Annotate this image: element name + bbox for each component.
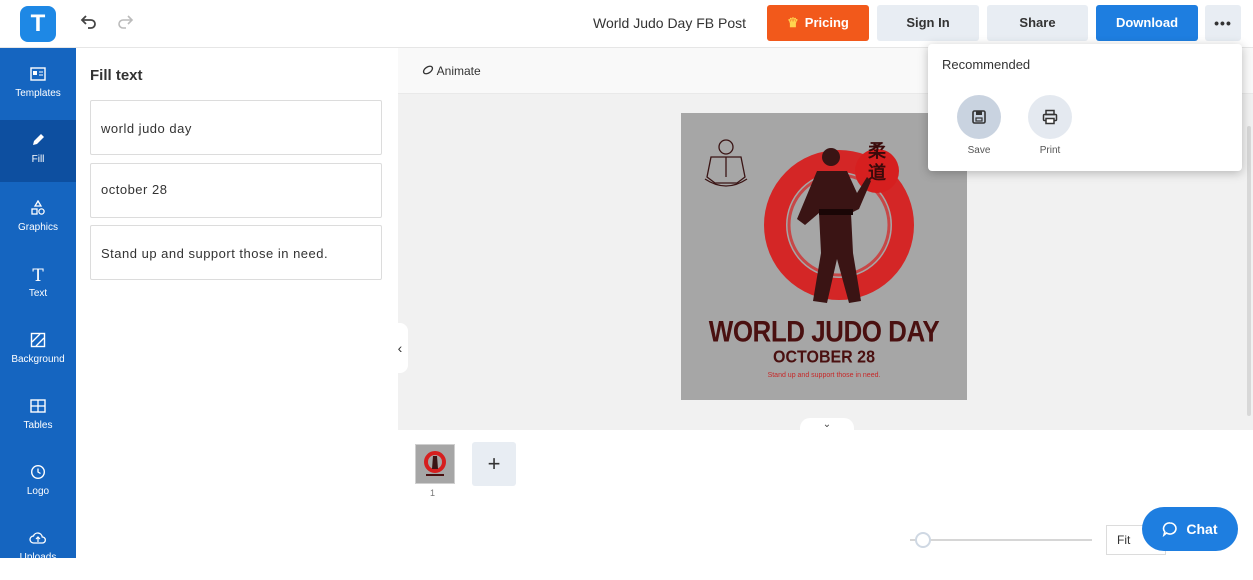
chat-label: Chat	[1186, 521, 1218, 537]
zoom-slider-track[interactable]	[910, 539, 1092, 541]
panel-title: Fill text	[90, 67, 143, 84]
add-page-button[interactable]: +	[472, 442, 516, 486]
zoom-slider-handle[interactable]	[915, 532, 931, 548]
svg-text:道: 道	[868, 162, 886, 184]
sidebar-item-label: Fill	[31, 154, 45, 165]
sidebar-item-logo[interactable]: Logo	[0, 452, 76, 514]
page-thumbnail[interactable]	[415, 444, 455, 484]
download-button[interactable]: Download	[1096, 5, 1198, 41]
top-bar: T World Judo Day FB Post ♛ Pricing Sign I…	[0, 0, 1253, 48]
text-field-date[interactable]: october 28	[90, 163, 382, 218]
share-button[interactable]: Share	[987, 5, 1088, 41]
fill-text-panel: Fill text world judo day october 28 Stan…	[76, 48, 398, 558]
sidebar-item-tables[interactable]: Tables	[0, 386, 76, 448]
redo-icon[interactable]	[114, 12, 136, 34]
sidebar-item-uploads[interactable]: Uploads	[0, 518, 76, 580]
sign-in-button[interactable]: Sign In	[877, 5, 979, 41]
pricing-button[interactable]: ♛ Pricing	[767, 5, 869, 41]
dropdown-title: Recommended	[942, 57, 1031, 72]
templates-icon	[28, 66, 48, 86]
animate-icon	[422, 64, 437, 78]
cloud-upload-icon	[28, 530, 48, 550]
more-options-button[interactable]: •••	[1205, 5, 1241, 41]
design-title-text[interactable]: WORLD JUDO DAY	[681, 314, 967, 350]
sidebar-item-background[interactable]: Background	[0, 320, 76, 382]
save-option[interactable]: Save	[956, 95, 1002, 156]
sidebar-item-label: Logo	[26, 486, 50, 497]
sidebar-item-label: Graphics	[17, 222, 58, 233]
save-icon	[957, 95, 1001, 139]
print-label: Print	[1039, 145, 1061, 156]
svg-text:柔: 柔	[868, 141, 887, 162]
animate-button[interactable]: Animate	[422, 64, 481, 78]
sidebar-item-graphics[interactable]: Graphics	[0, 188, 76, 250]
design-canvas[interactable]: 柔 道 WORLD JUDO DAY OCTOBER 28 Stand up a…	[681, 113, 967, 400]
table-icon	[28, 398, 48, 418]
sidebar-item-fill[interactable]: Fill	[0, 120, 76, 182]
sidebar-item-text[interactable]: T Text	[0, 254, 76, 316]
animate-label: Animate	[436, 64, 481, 78]
vertical-scrollbar[interactable]	[1247, 126, 1251, 416]
pricing-label: Pricing	[804, 15, 849, 30]
document-title[interactable]: World Judo Day FB Post	[593, 15, 746, 31]
sidebar-item-label: Text	[28, 288, 48, 299]
app-logo[interactable]: T	[20, 6, 56, 42]
sidebar-item-label: Templates	[15, 88, 61, 99]
sidebar-item-label: Tables	[23, 420, 53, 431]
page-number: 1	[430, 488, 436, 498]
download-dropdown: Recommended Save Print	[928, 44, 1242, 171]
chevron-down-icon[interactable]: ⌄	[800, 418, 854, 432]
design-date-text[interactable]: OCTOBER 28	[681, 348, 967, 368]
sidebar-item-label: Background	[11, 354, 65, 365]
undo-icon[interactable]	[78, 12, 100, 34]
background-icon	[28, 332, 48, 352]
pencil-icon	[28, 132, 48, 152]
logo-icon	[28, 464, 48, 484]
thumbnail-preview	[424, 451, 446, 476]
chat-icon	[1162, 521, 1186, 538]
text-field-title[interactable]: world judo day	[90, 100, 382, 155]
print-option[interactable]: Print	[1027, 95, 1073, 156]
design-subtitle-text[interactable]: Stand up and support those in need.	[681, 372, 967, 379]
text-field-subtitle[interactable]: Stand up and support those in need.	[90, 225, 382, 280]
judo-illustration: 柔 道	[704, 139, 914, 303]
save-label: Save	[967, 145, 991, 156]
sidebar-item-templates[interactable]: Templates	[0, 54, 76, 116]
print-icon	[1028, 95, 1072, 139]
shapes-icon	[28, 199, 48, 220]
collapse-panel-button[interactable]: ‹	[392, 323, 408, 373]
sidebar: Templates Fill Graphics T Text Backgroun…	[0, 48, 76, 563]
text-icon: T	[32, 266, 44, 286]
chat-button[interactable]: Chat	[1142, 507, 1238, 551]
crown-icon: ♛	[787, 15, 799, 30]
